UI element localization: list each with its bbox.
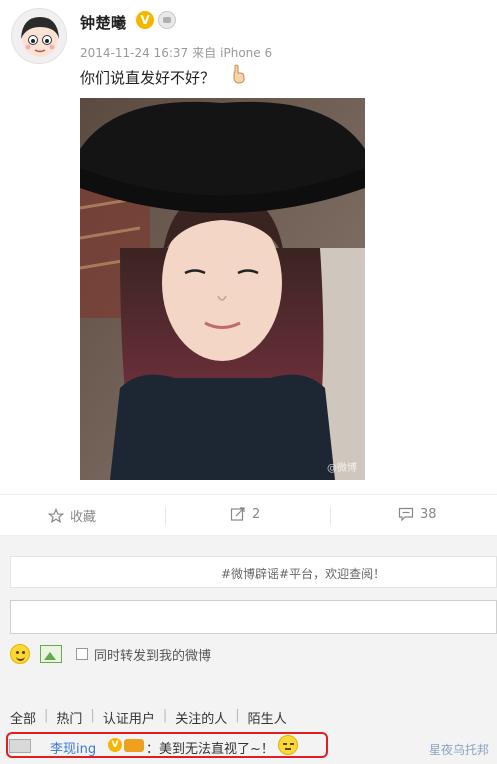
repost-count: 2 (252, 506, 261, 522)
divider (330, 507, 331, 525)
star-icon (48, 507, 64, 523)
comment-count: 38 (420, 506, 437, 522)
notice-banner[interactable]: #微博辟谣#平台，欢迎查阅！ (10, 556, 497, 588)
repost-checkbox[interactable] (76, 648, 88, 660)
post-meta: 2014-11-24 16:37 来自 iPhone 6 (80, 44, 276, 61)
smiley-icon[interactable] (10, 644, 30, 664)
photo-watermark: @微博 (327, 463, 357, 474)
filter-strangers[interactable]: 陌生人 (248, 708, 287, 727)
post-source[interactable]: iPhone 6 (220, 46, 272, 60)
post-text: 你们说直发好不好？ (80, 69, 216, 87)
favorite-button[interactable]: 收藏 (48, 506, 96, 525)
comment-text: ：美到无法直视了~！ (146, 742, 274, 757)
divider (165, 507, 166, 525)
comment-icon (398, 507, 414, 522)
user-avatar[interactable] (11, 8, 67, 64)
filter-separator: | (235, 708, 240, 723)
filter-separator: | (162, 708, 168, 723)
notice-text: #微博辟谣#平台，欢迎查阅！ (221, 567, 386, 581)
filter-hot[interactable]: 热门 (56, 708, 82, 727)
comment-member-icon (124, 739, 144, 752)
comment-section: #微博辟谣#平台，欢迎查阅！ 同时转发到我的微博 全部 | 热门 | 认证用户 … (0, 536, 497, 764)
filter-separator: | (90, 708, 95, 723)
site-watermark: 星夜乌托邦 (428, 743, 489, 757)
post-timestamp[interactable]: 2014-11-24 16:37 (80, 46, 188, 60)
speechless-emoji-icon (278, 735, 298, 755)
comment-input[interactable] (10, 600, 497, 634)
filter-all[interactable]: 全部 (10, 708, 36, 727)
comment-filters: 全部 | 热门 | 认证用户 | 关注的人 | 陌生人 (10, 708, 295, 727)
favorite-label: 收藏 (70, 510, 97, 525)
filter-following[interactable]: 关注的人 (175, 708, 227, 727)
post-source-prefix: 来自 (192, 46, 217, 60)
comment-button[interactable]: 38 (398, 506, 437, 522)
verified-icon: V (136, 11, 154, 29)
repost-icon (230, 507, 245, 521)
comment-author[interactable]: 李现ing (50, 738, 96, 757)
repost-button[interactable]: 2 (230, 506, 260, 522)
filter-separator: | (44, 708, 49, 723)
post-photo[interactable]: @微博 (80, 98, 365, 480)
member-icon (158, 11, 176, 29)
action-bar: 收藏 2 38 (0, 494, 497, 536)
comment-tools: 同时转发到我的微博 (10, 644, 211, 664)
username[interactable]: 钟楚曦 (80, 12, 127, 33)
filter-verified[interactable]: 认证用户 (103, 708, 155, 727)
image-icon[interactable] (40, 645, 62, 663)
repost-checkbox-label[interactable]: 同时转发到我的微博 (94, 645, 211, 664)
hand-emoji-icon (233, 64, 245, 84)
comment-verified-icon: V (108, 738, 122, 752)
comment-avatar[interactable] (9, 739, 31, 753)
